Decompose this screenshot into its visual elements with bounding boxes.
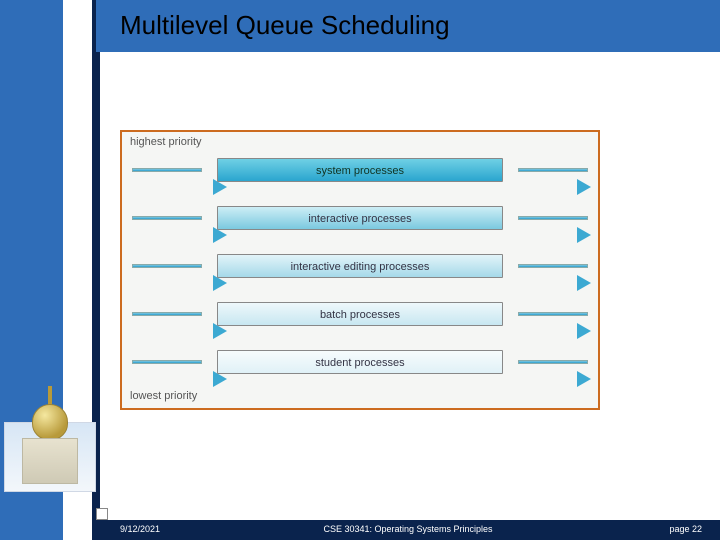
slide-title: Multilevel Queue Scheduling: [120, 10, 450, 41]
arrow-out-icon: [518, 312, 588, 316]
dome-illustration: [4, 382, 96, 502]
queue-diagram: highest priority system processes intera…: [120, 130, 600, 410]
queue-row-2: interactive processes: [122, 200, 598, 238]
queue-row-1: system processes: [122, 152, 598, 190]
queue-box: batch processes: [217, 302, 503, 326]
arrow-out-icon: [518, 264, 588, 268]
arrow-in-icon: [132, 360, 202, 364]
queue-box: interactive processes: [217, 206, 503, 230]
arrow-out-icon: [518, 360, 588, 364]
label-highest-priority: highest priority: [130, 136, 202, 148]
arrow-in-icon: [132, 216, 202, 220]
arrow-out-icon: [518, 168, 588, 172]
arrow-in-icon: [132, 312, 202, 316]
queue-row-3: interactive editing processes: [122, 248, 598, 286]
decorative-square: [96, 508, 108, 520]
footer-course: CSE 30341: Operating Systems Principles: [96, 524, 720, 534]
footer-page: page 22: [669, 524, 702, 534]
queue-row-4: batch processes: [122, 296, 598, 334]
arrow-in-icon: [132, 168, 202, 172]
queue-box: student processes: [217, 350, 503, 374]
slide: Multilevel Queue Scheduling highest prio…: [0, 0, 720, 540]
queue-box: interactive editing processes: [217, 254, 503, 278]
queue-box: system processes: [217, 158, 503, 182]
footer-bar: 9/12/2021 CSE 30341: Operating Systems P…: [96, 520, 720, 540]
label-lowest-priority: lowest priority: [130, 390, 197, 402]
arrow-out-icon: [518, 216, 588, 220]
arrow-in-icon: [132, 264, 202, 268]
queue-row-5: student processes: [122, 344, 598, 382]
